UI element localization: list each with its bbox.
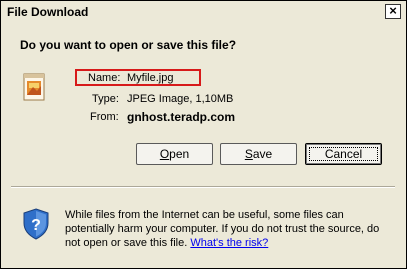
open-label: pen — [169, 147, 190, 161]
separator — [11, 186, 395, 188]
shield-warning-icon: ? — [23, 208, 49, 240]
svg-text:?: ? — [31, 217, 41, 234]
jpeg-file-icon — [23, 73, 45, 101]
type-label: Type: — [92, 93, 119, 105]
cancel-button[interactable]: Cancel — [305, 143, 382, 165]
open-mnemonic: O — [159, 147, 170, 161]
open-button[interactable]: Open — [136, 143, 213, 165]
close-button[interactable]: × — [385, 4, 401, 19]
save-label: ave — [252, 147, 273, 161]
window-title: File Download — [7, 5, 89, 19]
from-label: From: — [90, 111, 119, 123]
title-bar[interactable]: File Download × — [1, 1, 406, 23]
save-mnemonic: S — [244, 147, 253, 161]
risk-link[interactable]: What's the risk? — [190, 237, 268, 249]
file-source: gnhost.teradp.com — [127, 110, 236, 124]
name-label: Name: — [88, 72, 121, 84]
file-type: JPEG Image, 1,10MB — [127, 93, 234, 105]
file-download-dialog: File Download × Do you want to open or s… — [0, 0, 407, 269]
warning-text: While files from the Internet can be use… — [65, 208, 395, 250]
file-name: Myfile.jpg — [127, 72, 174, 84]
close-icon: × — [389, 3, 397, 18]
save-button[interactable]: Save — [220, 143, 297, 165]
focus-rectangle — [309, 147, 378, 161]
prompt-question: Do you want to open or save this file? — [20, 38, 237, 52]
